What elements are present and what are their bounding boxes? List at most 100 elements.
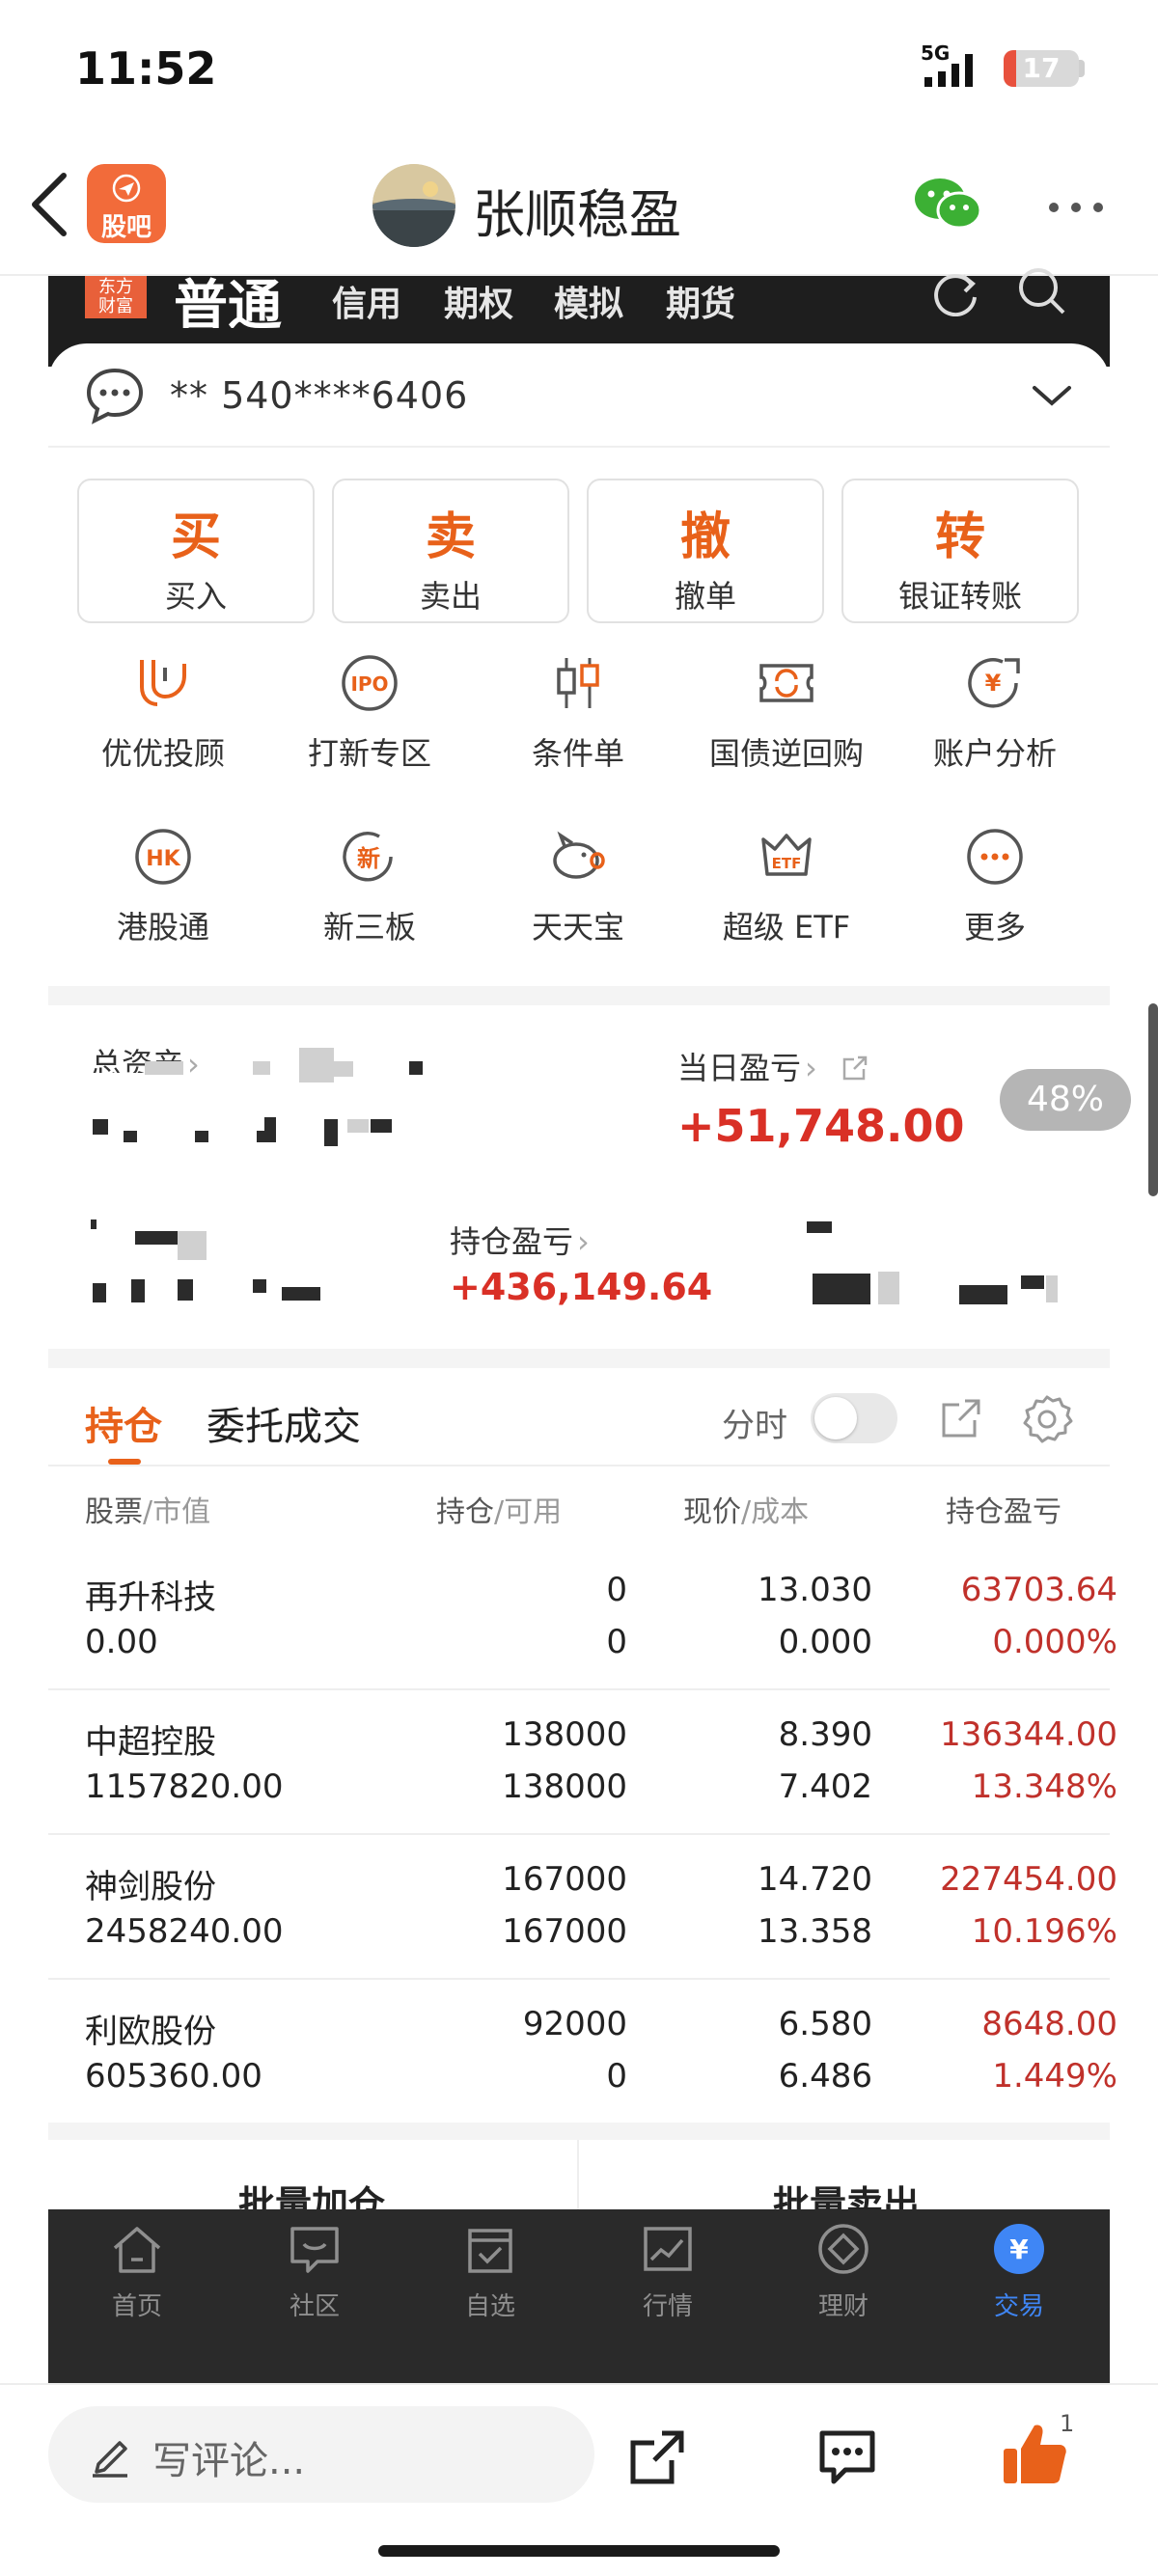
settings-gear-icon[interactable] — [1021, 1393, 1073, 1445]
more-options-icon[interactable] — [1047, 201, 1105, 214]
search-icon[interactable] — [1013, 266, 1071, 315]
tab-credit[interactable]: 信用 — [332, 276, 401, 326]
inner-tab-market[interactable]: 行情 — [591, 2221, 745, 2322]
holding-pl-value: +436,149.64 — [450, 1266, 713, 1308]
inner-tab-watchlist[interactable]: 自选 — [413, 2221, 567, 2322]
inner-tab-home[interactable]: 首页 — [60, 2221, 214, 2322]
inner-tab-wealth-label: 理财 — [817, 2292, 868, 2321]
neeq-icon: 新 — [343, 832, 393, 882]
intraday-toggle[interactable] — [811, 1393, 897, 1443]
redaction-block — [878, 1272, 899, 1304]
wechat-icon[interactable] — [913, 176, 982, 233]
section-separator — [48, 986, 1110, 1005]
ipo-icon: IPO — [342, 655, 398, 711]
column-header-position[interactable]: 持仓/可用 — [436, 1488, 562, 1530]
redaction-block — [91, 1219, 96, 1229]
tab-futures[interactable]: 期货 — [666, 276, 735, 326]
sell-button-label: 卖出 — [419, 578, 482, 615]
bank-transfer-button[interactable]: 转 银证转账 — [841, 479, 1079, 623]
position-qty: 0 — [606, 1571, 627, 1609]
batch-add-button[interactable]: 批量加仓 — [48, 2140, 575, 2209]
column-header-stock-main: 股票 — [85, 1495, 143, 1529]
back-arrow-icon[interactable] — [25, 170, 75, 239]
redaction-block — [1021, 1275, 1044, 1289]
battery-percent: 17 — [1022, 52, 1061, 84]
external-link-icon[interactable] — [841, 1054, 869, 1082]
redaction-block — [124, 1131, 137, 1142]
message-icon[interactable] — [85, 367, 145, 425]
guba-logo[interactable]: 股吧 — [87, 164, 166, 243]
redaction-block — [93, 1119, 108, 1135]
column-header-price[interactable]: 现价/成本 — [683, 1488, 809, 1530]
inner-tab-wealth[interactable]: 理财 — [766, 2221, 921, 2322]
buy-button-glyph: 买 — [170, 508, 221, 566]
tabs-divider — [48, 1465, 1110, 1466]
grid-item-condition-order[interactable]: 条件单 — [477, 652, 679, 774]
tab-simulation[interactable]: 模拟 — [554, 276, 623, 326]
grid-item-hk-connect[interactable]: HK 港股通 — [62, 826, 264, 947]
share-icon[interactable] — [938, 1395, 984, 1441]
grid-item-account-analysis[interactable]: ¥ 账户分析 — [894, 652, 1096, 774]
sell-button[interactable]: 卖 卖出 — [332, 479, 569, 623]
share-out-icon[interactable] — [627, 2427, 687, 2487]
condition-order-icon — [557, 658, 599, 708]
tab-orders-trades[interactable]: 委托成交 — [207, 1395, 361, 1451]
bank-transfer-label: 银证转账 — [897, 578, 1022, 615]
grid-item-ipo[interactable]: IPO 打新专区 — [268, 652, 471, 774]
grid-item-advisor[interactable]: 优优投顾 — [62, 652, 264, 774]
thumbs-up-icon[interactable] — [1000, 2420, 1067, 2487]
eastmoney-logo: 东方 财富 — [85, 276, 147, 318]
inner-tab-trade[interactable]: ¥ 交易 — [942, 2221, 1096, 2322]
redaction-block — [257, 1131, 276, 1142]
batch-divider — [577, 2140, 579, 2209]
column-header-pl[interactable]: 持仓盈亏 — [946, 1488, 1062, 1530]
column-header-stock[interactable]: 股票/市值 — [85, 1488, 210, 1530]
grid-label-ipo: 打新专区 — [307, 735, 431, 772]
signal-5g-icon: 5G — [921, 42, 973, 87]
table-row[interactable]: 中超控股 1157820.00 138000 138000 8.390 7.40… — [48, 1690, 1117, 1835]
cost-price: 6.486 — [778, 2057, 872, 2096]
tab-options[interactable]: 期权 — [444, 276, 513, 326]
daily-pl-label[interactable]: 当日盈亏 › — [677, 1044, 869, 1088]
position-qty: 167000 — [502, 1860, 627, 1899]
cancel-order-button[interactable]: 撤 撤单 — [587, 479, 824, 623]
chevron-down-icon[interactable] — [1031, 382, 1073, 409]
redaction-block — [178, 1279, 193, 1301]
community-icon — [290, 2227, 339, 2273]
batch-sell-button[interactable]: 批量卖出 — [583, 2140, 1110, 2209]
inner-tab-community[interactable]: 社区 — [237, 2221, 392, 2322]
home-indicator[interactable] — [378, 2545, 780, 2557]
scrollbar-thumb[interactable] — [1148, 1003, 1158, 1196]
market-chart-icon — [644, 2227, 692, 2271]
grid-item-neeq[interactable]: 新 新三板 — [268, 826, 471, 947]
more-dots-icon — [967, 829, 1023, 885]
battery-icon: 17 — [1004, 50, 1079, 87]
hk-icon: HK — [135, 829, 191, 885]
avatar[interactable] — [372, 164, 455, 247]
refresh-icon[interactable] — [928, 268, 982, 316]
grid-label-account-analysis: 账户分析 — [932, 735, 1057, 772]
piggy-bank-icon — [553, 831, 605, 879]
available-qty: 0 — [606, 1623, 627, 1661]
cost-price: 0.000 — [778, 1623, 872, 1661]
percent-badge[interactable]: 48% — [1000, 1069, 1131, 1131]
table-row[interactable]: 再升科技 0.00 0 0 13.030 0.000 63703.64 0.00… — [48, 1546, 1117, 1690]
comments-icon[interactable] — [816, 2427, 878, 2487]
table-row[interactable]: 利欧股份 605360.00 92000 0 6.580 6.486 8648.… — [48, 1980, 1117, 2124]
grid-item-repo[interactable]: 国债逆回购 — [685, 652, 888, 774]
grid-item-tiantianbao[interactable]: 天天宝 — [477, 826, 679, 947]
holding-pl-label-text: 持仓盈亏 — [450, 1223, 574, 1260]
position-pl: 8648.00 — [981, 2005, 1117, 2043]
grid-item-more[interactable]: 更多 — [894, 826, 1096, 947]
position-qty: 138000 — [502, 1715, 627, 1754]
holding-pl-label[interactable]: 持仓盈亏 › — [450, 1218, 590, 1262]
network-label: 5G — [921, 42, 950, 65]
eastmoney-logo-bottom: 财富 — [98, 296, 133, 316]
hk-icon-text: HK — [146, 847, 180, 871]
table-row[interactable]: 神剑股份 2458240.00 167000 167000 14.720 13.… — [48, 1835, 1117, 1980]
bank-transfer-glyph: 转 — [934, 508, 985, 566]
grid-item-super-etf[interactable]: ETF 超级 ETF — [685, 826, 888, 947]
buy-button[interactable]: 买 买入 — [77, 479, 315, 623]
tab-positions[interactable]: 持仓 — [85, 1395, 162, 1451]
redaction-block — [131, 1279, 145, 1302]
